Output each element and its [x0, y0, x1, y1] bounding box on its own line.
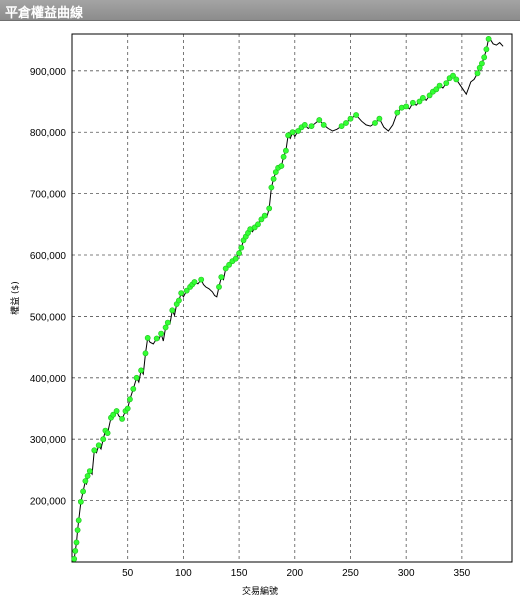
trade-marker	[232, 255, 239, 262]
x-tick-label: 200	[286, 568, 303, 579]
plot-area-border	[71, 33, 513, 563]
trade-marker	[126, 396, 133, 403]
trade-marker	[74, 527, 81, 533]
x-axis-label: 交易編號	[242, 585, 278, 597]
trade-marker	[91, 447, 98, 454]
trade-marker	[133, 374, 140, 381]
x-axis-ticks: 50 100 150 200 250 300 350	[122, 568, 471, 579]
equity-curve-chart: 50 100 150 200 250 300 350 200,000 300,000 400,0…	[9, 33, 513, 597]
trade-marker	[158, 330, 164, 337]
trade-marker	[308, 123, 315, 129]
trade-marker	[104, 430, 111, 436]
trade-marker	[270, 175, 277, 182]
y-tick-label: 700,000	[30, 190, 67, 201]
y-tick-label: 500,000	[30, 312, 67, 323]
trade-marker	[164, 319, 171, 326]
trade-marker	[403, 103, 410, 110]
trade-marker	[113, 408, 120, 414]
trade-marker	[289, 129, 296, 136]
trade-marker	[268, 184, 275, 191]
trade-marker	[82, 478, 89, 484]
trade-marker	[218, 274, 225, 280]
trade-marker	[483, 46, 490, 53]
trade-marker	[301, 122, 308, 128]
trade-marker	[72, 548, 79, 554]
x-tick-label: 150	[231, 568, 248, 579]
trade-marker	[78, 498, 84, 505]
grid-lines	[72, 34, 512, 562]
trade-marker	[409, 99, 416, 106]
y-axis-label: 權益 ($)	[9, 281, 21, 315]
trade-marker	[84, 473, 91, 479]
y-tick-label: 200,000	[30, 497, 67, 508]
trade-marker	[261, 212, 268, 219]
trade-marker	[419, 95, 426, 101]
trade-marker	[474, 70, 481, 77]
trade-markers	[71, 36, 492, 562]
trade-marker	[316, 117, 323, 123]
trade-marker	[347, 115, 354, 122]
x-tick-label: 300	[398, 568, 415, 579]
x-tick-label: 50	[122, 568, 134, 579]
x-tick-label: 350	[454, 568, 471, 579]
trade-marker	[443, 80, 450, 86]
trade-marker	[80, 488, 86, 495]
trade-marker	[236, 250, 242, 257]
trade-marker	[198, 276, 205, 283]
trade-marker	[169, 307, 176, 314]
trade-marker	[266, 205, 273, 212]
trade-marker	[282, 147, 289, 154]
trade-marker	[255, 221, 261, 228]
trade-marker	[280, 153, 287, 160]
trade-marker	[376, 115, 383, 122]
y-tick-label: 300,000	[30, 435, 67, 446]
trade-marker	[119, 415, 125, 422]
trade-marker	[144, 334, 151, 341]
trade-marker	[353, 112, 359, 118]
y-tick-label: 800,000	[30, 128, 67, 139]
trade-marker	[238, 244, 245, 251]
trade-marker	[485, 36, 492, 42]
trade-marker	[178, 290, 185, 296]
trade-marker	[453, 76, 460, 83]
trade-marker	[478, 60, 485, 67]
y-tick-label: 900,000	[30, 67, 67, 78]
trade-marker	[95, 442, 102, 449]
trade-marker	[71, 556, 78, 562]
trade-marker	[130, 385, 137, 392]
trade-marker	[100, 436, 107, 443]
trade-marker	[343, 120, 349, 126]
trade-marker	[372, 120, 378, 126]
y-axis-ticks: 200,000 300,000 400,000 500,000 600,000 700,0…	[30, 67, 67, 508]
trade-marker	[138, 367, 144, 374]
trade-marker	[175, 297, 182, 304]
trade-marker	[216, 283, 222, 290]
trade-marker	[394, 109, 401, 116]
trade-marker	[278, 163, 285, 169]
trade-marker	[142, 350, 149, 357]
x-tick-label: 100	[175, 568, 192, 579]
trade-marker	[153, 335, 160, 342]
y-tick-label: 400,000	[30, 374, 67, 385]
trade-marker	[86, 468, 93, 474]
trade-marker	[285, 132, 291, 139]
trade-marker	[162, 324, 169, 331]
trade-marker	[73, 539, 80, 546]
trade-marker	[436, 82, 443, 89]
trade-marker	[191, 279, 198, 285]
x-tick-label: 250	[342, 568, 359, 579]
equity-line	[73, 38, 504, 559]
trade-marker	[75, 517, 82, 524]
trade-marker	[124, 405, 131, 412]
y-tick-label: 600,000	[30, 251, 67, 262]
trade-marker	[320, 122, 327, 128]
trade-marker	[481, 54, 488, 61]
